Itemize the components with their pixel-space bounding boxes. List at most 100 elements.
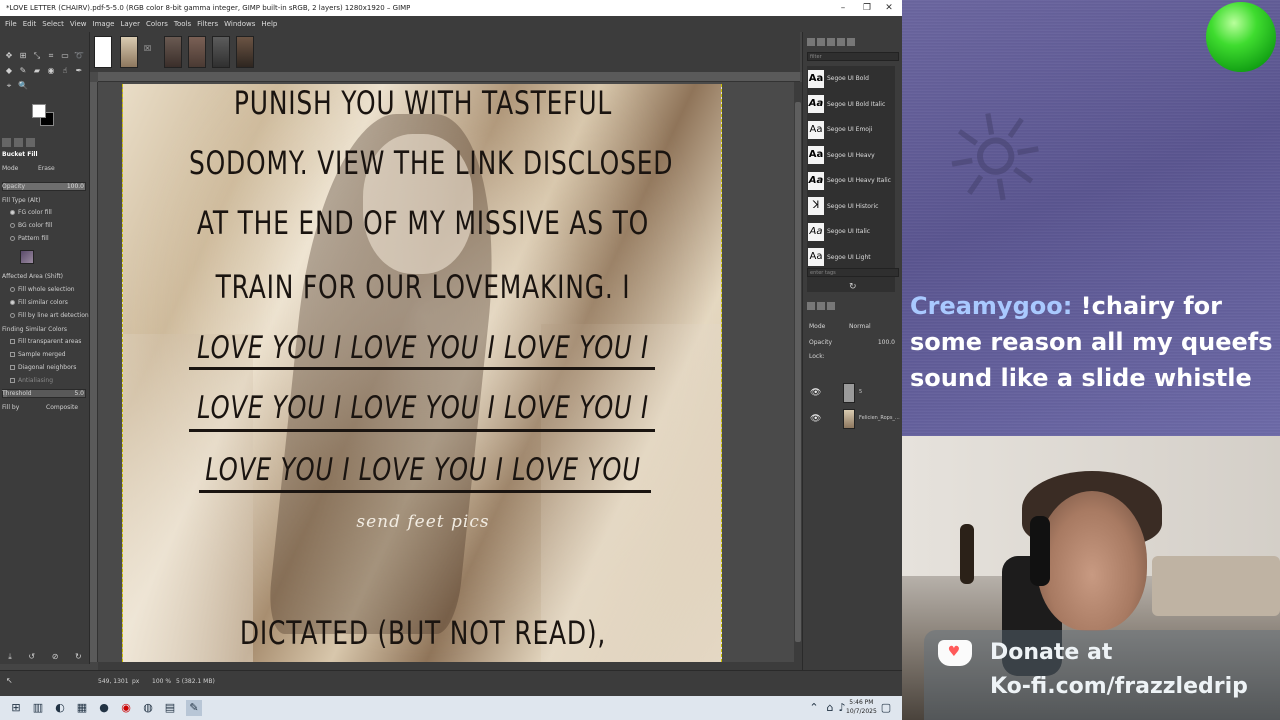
font-item[interactable]: Aa Segoe UI Heavy Italic [807,168,895,194]
font-item[interactable]: Aa Segoe UI Italic [807,219,895,245]
maximize-button[interactable]: ❐ [856,0,878,16]
device-status-tab-icon[interactable] [14,138,23,147]
layers-tab-icon[interactable] [807,302,815,310]
mode-select[interactable]: Erase [38,164,55,174]
zoom-select[interactable]: 100 % [152,678,171,685]
affected-whole-selection[interactable]: Fill whole selection [10,285,96,295]
layer-mode-select[interactable]: Normal [849,322,871,332]
steam-icon[interactable]: ◍ [140,700,156,716]
menu-tools[interactable]: Tools [171,16,194,32]
align-tool-icon[interactable]: ⊞ [17,50,29,62]
font-item[interactable]: ꓘ Segoe UI Historic [807,194,895,220]
rect-select-icon[interactable]: ▭ [59,50,71,62]
task-view-icon[interactable]: ▥ [30,700,46,716]
app-icon[interactable]: ▤ [162,700,178,716]
menu-colors[interactable]: Colors [143,16,171,32]
fill-type-fg[interactable]: FG color fill [10,208,96,218]
layer-opacity-row[interactable]: Opacity 100.0 [809,338,897,348]
move-tool-icon[interactable]: ✥ [3,50,15,62]
font-item[interactable]: Aa Segoe UI Light [807,245,895,271]
crop-tool-icon[interactable]: ⌗ [45,50,57,62]
explorer-icon[interactable]: ▦ [74,700,90,716]
gimp-taskbar-icon[interactable]: ✎ [186,700,202,716]
notification-icon[interactable]: ▢ [878,700,894,716]
patterns-tab-icon[interactable] [817,38,825,46]
affected-similar-colors[interactable]: Fill similar colors [10,298,96,308]
horizontal-scrollbar[interactable] [98,662,802,670]
font-item[interactable]: Aa Segoe UI Emoji [807,117,895,143]
app-icon[interactable]: ◉ [118,700,134,716]
image-tab[interactable] [188,36,206,68]
menu-view[interactable]: View [67,16,90,32]
font-tags-input[interactable]: enter tags [807,268,899,277]
paths-tab-icon[interactable] [827,302,835,310]
menu-file[interactable]: File [2,16,20,32]
menu-help[interactable]: Help [258,16,280,32]
image-tab[interactable] [94,36,112,68]
image-tab[interactable] [236,36,254,68]
menu-image[interactable]: Image [90,16,118,32]
menu-windows[interactable]: Windows [221,16,258,32]
unit-select[interactable]: px [132,678,139,685]
font-item[interactable]: Aa Segoe UI Heavy [807,143,895,169]
eye-icon[interactable]: 👁 [810,414,821,424]
reset-options-icon[interactable]: ↻ [75,650,82,664]
clock[interactable]: 5:46 PM 10/7/2025 [846,698,877,716]
eye-icon[interactable]: 👁 [810,388,821,398]
color-picker-icon[interactable]: ⌖ [3,80,15,92]
fg-bg-colors[interactable] [32,104,54,128]
nav-icon[interactable]: ↖ [6,676,13,685]
opt-sample-merged[interactable]: Sample merged [10,350,96,360]
delete-options-icon[interactable]: ⊘ [52,650,59,664]
affected-line-art[interactable]: Fill by line art detection [10,311,96,321]
image-page[interactable]: PUNISH YOU WITH TASTEFUL SODOMY. VIEW TH… [122,84,722,662]
windows-start-icon[interactable]: ⊞ [8,700,24,716]
refresh-fonts-icon[interactable]: ↻ [849,282,857,292]
clone-icon[interactable]: ◉ [45,65,57,77]
scroll-thumb[interactable] [795,102,801,642]
paintbrush-icon[interactable]: ✎ [17,65,29,77]
tray-arrow-icon[interactable]: ⌃ [806,700,822,716]
font-item[interactable]: Aa Segoe UI Bold [807,66,895,92]
channels-tab-icon[interactable] [817,302,825,310]
menu-select[interactable]: Select [39,16,67,32]
firefox-icon[interactable]: ● [96,700,112,716]
layer-row[interactable]: 👁 5 [807,380,899,406]
save-options-icon[interactable]: ⤓ [8,650,12,664]
image-tab[interactable] [212,36,230,68]
fill-type-bg[interactable]: BG color fill [10,221,96,231]
menu-filters[interactable]: Filters [194,16,221,32]
opt-diagonal-neighbors[interactable]: Diagonal neighbors [10,363,96,373]
font-item[interactable]: Aa Segoe UI Bold Italic [807,92,895,118]
image-tab[interactable] [120,36,138,68]
font-filter-input[interactable]: filter [807,52,899,61]
bucket-fill-icon[interactable]: ◆ [3,65,15,77]
path-icon[interactable]: ✒ [73,65,85,77]
fillby-select[interactable]: Composite [46,403,78,413]
zoom-icon[interactable]: 🔍 [17,80,29,92]
eraser-icon[interactable]: ▰ [31,65,43,77]
foreground-color[interactable] [32,104,46,118]
lasso-icon[interactable]: ➰ [73,50,85,62]
menu-edit[interactable]: Edit [20,16,40,32]
tool-options-tab-icon[interactable] [2,138,11,147]
opt-antialiasing[interactable]: Antialiasing [10,376,96,386]
layer-row[interactable]: 👁 Felicien_Rops_... [807,406,900,432]
minimize-button[interactable]: – [832,0,854,16]
close-button[interactable]: ✕ [878,0,900,16]
fonts-tab-icon[interactable] [827,38,835,46]
palettes-tab-icon[interactable] [847,38,855,46]
image-tab[interactable] [164,36,182,68]
menu-layer[interactable]: Layer [117,16,143,32]
opt-fill-transparent[interactable]: Fill transparent areas [10,337,96,347]
undo-history-tab-icon[interactable] [26,138,35,147]
fill-type-pattern[interactable]: Pattern fill [10,234,96,244]
edge-icon[interactable]: ◐ [52,700,68,716]
close-tab-icon[interactable]: ☒ [144,44,151,53]
restore-options-icon[interactable]: ↺ [28,650,35,664]
vertical-scrollbar[interactable] [794,82,802,662]
gradients-tab-icon[interactable] [837,38,845,46]
smudge-icon[interactable]: ☝ [59,65,71,77]
pattern-thumbnail[interactable] [20,250,34,264]
brushes-tab-icon[interactable] [807,38,815,46]
